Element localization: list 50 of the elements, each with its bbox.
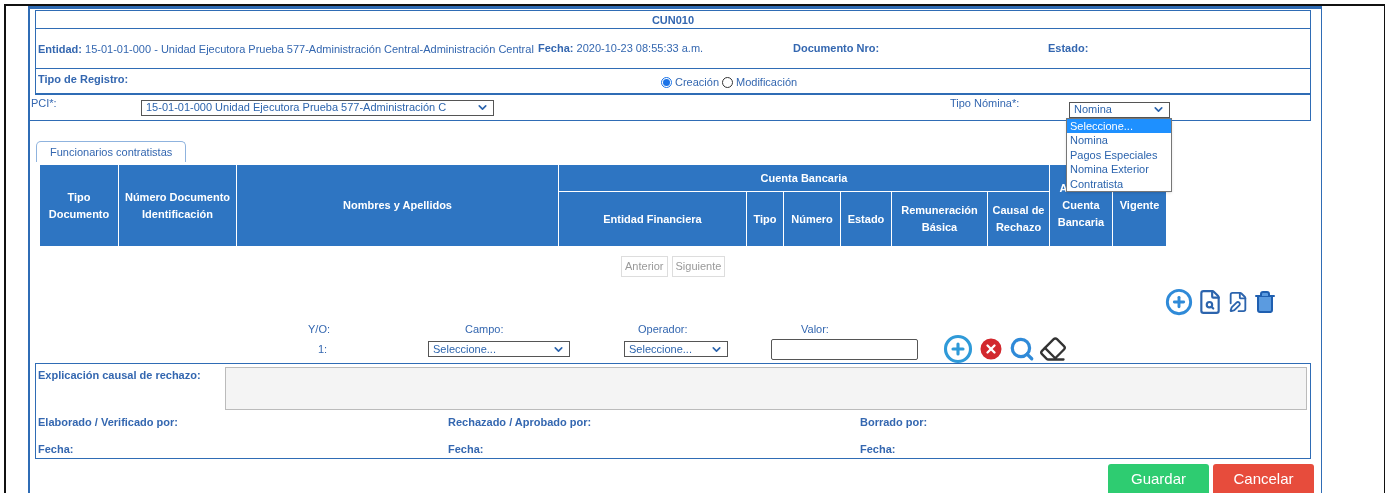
radio-option[interactable]: Modificación [722,74,798,91]
column-header: Número [783,191,841,247]
tab[interactable]: Funcionarios contratistas [36,141,187,162]
form-code: CUN010 [36,11,1310,29]
pci-label: PCI*: [31,96,58,111]
filter-header: Y/O: [308,322,331,335]
valor-field[interactable] [771,338,918,360]
pci-select[interactable]: 15-01-01-000 Unidad Ejecutora Prueba 577-Administración C [141,99,494,116]
signature-label: Elaborado / Verificado por: [38,415,179,430]
column-header: Entidad Financiera [558,191,747,247]
dropdown-option[interactable]: Pagos Especiales [1067,147,1171,162]
campo-select[interactable]: Seleccione... [428,341,570,357]
column-header: Remuneración Básica [891,191,988,247]
dropdown-option[interactable]: Nomina [1067,133,1171,148]
column-header: Tipo Documento [39,164,119,247]
add-icon[interactable] [1165,288,1193,316]
fecha-label: Fecha: [448,441,485,457]
filter-header: Valor: [801,322,830,335]
estado-label: Estado: [1048,41,1089,57]
entidad-text: Entidad: 15-01-01-000 - Unidad Ejecutora Prueba 577-Administración Central-Administración Central [38,41,535,57]
documento-label: Documento Nro: [793,41,881,57]
fecha-label: Fecha: [38,441,75,457]
column-header: Número Documento Identificación [118,164,237,247]
tipo-registro-label: Tipo de Registro: [38,72,130,87]
trash-icon[interactable] [1253,290,1277,314]
signature-label: Borrado por: [860,415,929,430]
filter-header: Campo: [465,322,505,335]
document-search-icon[interactable] [1197,289,1223,315]
dropdown-option[interactable]: Seleccione... [1067,118,1171,133]
radio-option[interactable]: Creación [661,74,720,91]
fecha-text: Fecha: 2020-10-23 08:55:33 a.m. [538,41,705,57]
document-edit-icon[interactable] [1227,291,1249,313]
operador-select[interactable]: Seleccione... [624,341,728,357]
filter-header: Operador: [638,322,689,335]
tipo-nomina-select[interactable]: Nomina [1069,101,1170,118]
signature-label: Rechazado / Aprobado por: [448,415,593,430]
tipo-nomina-label: Tipo Nómina*: [950,96,1021,111]
remove-icon[interactable] [977,335,1005,363]
fecha-label: Fecha: [860,441,897,457]
column-group-header: Cuenta Bancaria [558,164,1050,192]
row-index: 1: [318,341,329,357]
column-header: Tipo [746,191,784,247]
rechazo-label: Explicación causal de rechazo: [38,368,202,383]
column-header: Nombres y Apellidos [236,164,559,247]
column-header: Causal de Rechazo [987,191,1050,247]
action-button[interactable]: Cancelar [1213,464,1314,493]
search-icon[interactable] [1009,336,1035,362]
eraser-icon[interactable] [1039,335,1067,363]
column-header: Estado [840,191,892,247]
add-icon[interactable] [943,334,973,364]
